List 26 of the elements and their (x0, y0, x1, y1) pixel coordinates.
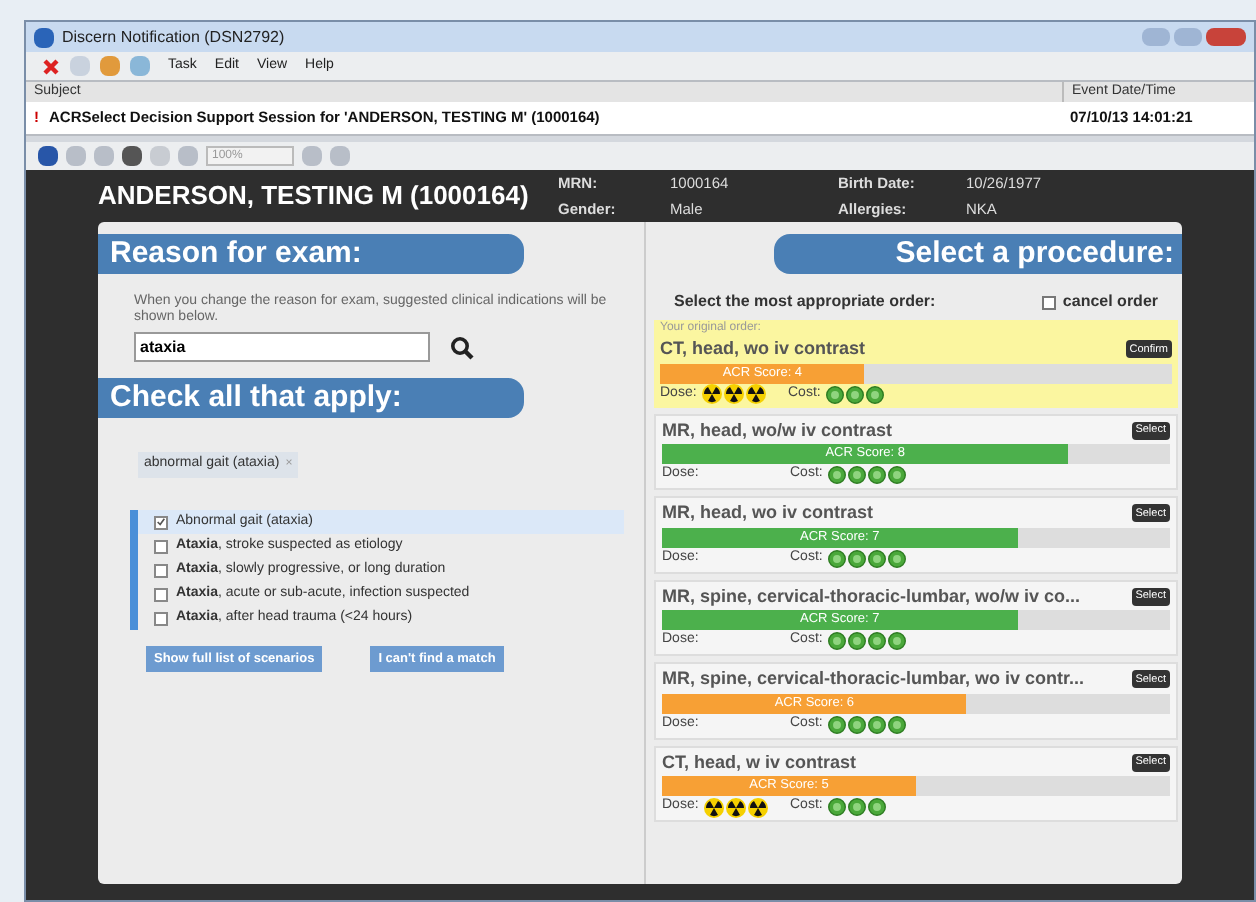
radiation-icon (704, 797, 725, 817)
section-header: Reason for exam: (98, 234, 524, 274)
checkbox[interactable] (154, 587, 168, 601)
procedure-name: CT, head, w iv contrast (662, 749, 857, 775)
radiation-icon (726, 797, 747, 817)
checkbox[interactable] (154, 611, 168, 625)
cancel-label[interactable]: cancel order (1062, 290, 1158, 314)
procedure-name: MR, spine, cervical-thoracic-lumbar, wo/w iv co... (662, 583, 1081, 610)
radiation-icon (746, 384, 767, 404)
reason-field[interactable]: ataxia (134, 332, 430, 362)
checkbox[interactable] (154, 563, 168, 577)
section-header: Select a procedure: (774, 234, 1182, 274)
checkbox[interactable] (154, 515, 168, 529)
section-header: Check all that apply: (98, 378, 524, 418)
window-title: Discern Notification (DSN2792) (62, 25, 285, 49)
procedure-name: MR, head, wo iv contrast (662, 500, 874, 526)
checkbox[interactable] (154, 539, 168, 553)
patient-name: ANDERSON, TESTING M (1000164) (98, 178, 531, 215)
radiation-icon (748, 797, 769, 817)
procedure-name: MR, head, wo/w iv contrast (662, 417, 893, 443)
cancel-checkbox[interactable] (1042, 295, 1057, 309)
prompt-text: Select the most appropriate order: (674, 290, 936, 314)
radiation-icon (702, 384, 723, 404)
radiation-icon (724, 384, 745, 404)
procedure-name: MR, spine, cervical-thoracic-lumbar, wo iv contr... (662, 666, 1085, 692)
procedure-name: CT, head, wo iv contrast (660, 336, 866, 362)
